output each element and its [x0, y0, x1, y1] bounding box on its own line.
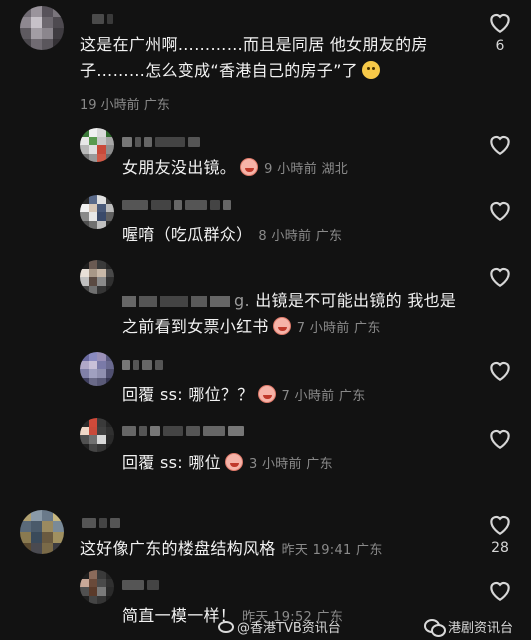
- like-count: 28: [491, 540, 509, 556]
- username-redacted: [122, 135, 200, 149]
- like-icon[interactable]: [487, 198, 513, 222]
- comment-text: 这是在广州啊…………而且是同居 他女朋友的房子………怎么变成“香港自己的房子”了: [80, 35, 428, 80]
- weibo-icon: [218, 621, 234, 633]
- username-redacted: [122, 358, 163, 372]
- crying-baby-emoji-icon: [272, 317, 291, 335]
- like-icon[interactable]: [487, 578, 513, 602]
- avatar[interactable]: [80, 195, 114, 229]
- like-icon[interactable]: [487, 426, 513, 450]
- username-redacted: [122, 424, 244, 438]
- like-icon[interactable]: [487, 512, 513, 536]
- comment-meta: 19 小時前 广东: [80, 98, 170, 113]
- like-icon[interactable]: [487, 358, 513, 382]
- sweat-smile-emoji-icon: [361, 61, 380, 79]
- avatar[interactable]: [80, 352, 114, 386]
- crying-baby-emoji-icon: [240, 158, 259, 176]
- avatar[interactable]: [20, 510, 64, 554]
- username-redacted: [122, 578, 159, 592]
- wechat-icon: [423, 618, 446, 637]
- like-icon[interactable]: [487, 10, 513, 34]
- crying-baby-emoji-icon: [224, 453, 243, 471]
- like-icon[interactable]: [487, 132, 513, 156]
- weibo-watermark: @香港TVB资讯台: [218, 617, 341, 636]
- username-redacted: [122, 296, 230, 307]
- like-count: 6: [495, 38, 505, 54]
- comment-text: 女朋友没出镜。 9 小時前 湖北: [122, 158, 349, 177]
- avatar[interactable]: [80, 418, 114, 452]
- crying-baby-emoji-icon: [257, 385, 276, 403]
- like-icon[interactable]: [487, 264, 513, 288]
- avatar[interactable]: [20, 6, 64, 50]
- wechat-watermark: 港剧资讯台: [423, 617, 513, 637]
- username-redacted: [122, 198, 231, 212]
- comment-text: g. 出镜是不可能出镜的 我也是之前看到女票小红书 7 小時前 广东: [122, 291, 457, 336]
- comment-text: 回覆 ss: 哪位？？ 7 小時前 广东: [122, 385, 366, 404]
- avatar[interactable]: [80, 128, 114, 162]
- comment-text: 回覆 ss: 哪位 3 小時前 广东: [122, 453, 333, 472]
- username-redacted: [82, 516, 120, 530]
- username-redacted: [92, 12, 113, 26]
- avatar[interactable]: [80, 570, 114, 604]
- comment-text: 这好像广东的楼盘结构风格 昨天 19:41 广东: [80, 539, 383, 558]
- avatar[interactable]: [80, 260, 114, 294]
- comment-text: 喔唷（吃瓜群众） 8 小時前 广东: [122, 225, 343, 244]
